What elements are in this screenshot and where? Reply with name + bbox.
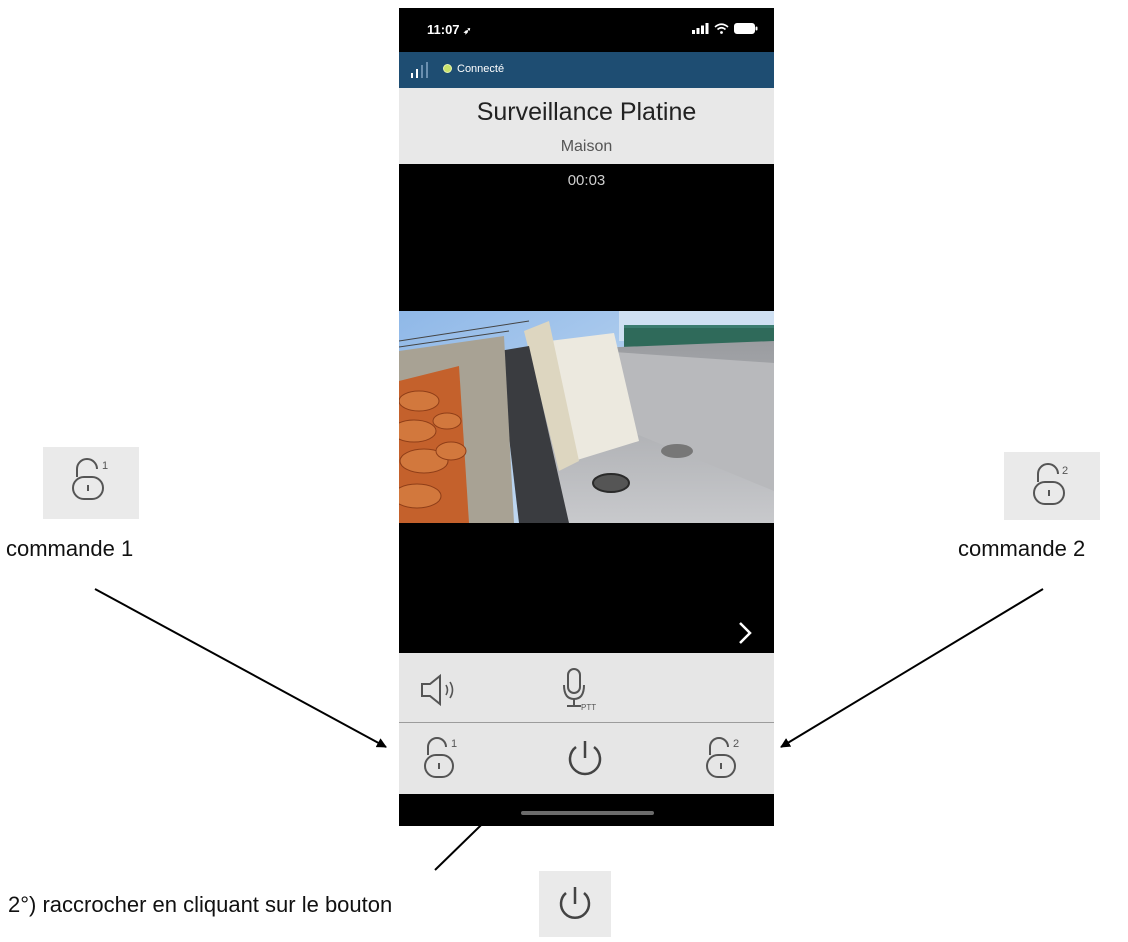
command2-number: 2 <box>733 738 739 750</box>
arrow-command1 <box>94 588 387 748</box>
mic-ptt-label: PTT <box>581 703 596 711</box>
callout-command1-number: 1 <box>102 460 108 472</box>
power-icon <box>568 741 602 776</box>
callout-command2-icon-box: 2 <box>1004 452 1100 520</box>
callout-command2-number: 2 <box>1062 465 1068 477</box>
cellular-signal-icon <box>692 23 709 34</box>
status-time: 11:07 ➶ <box>427 22 472 37</box>
status-bar: 11:07 ➶ <box>399 8 774 52</box>
padlock-open-icon: 1 <box>72 458 108 500</box>
padlock-open-icon: 2 <box>1033 463 1068 505</box>
home-indicator[interactable] <box>521 811 654 815</box>
padlock-open-icon: 1 <box>424 737 457 778</box>
status-icons <box>692 23 758 34</box>
location-arrow-icon: ➶ <box>463 26 472 37</box>
command-controls-bar: 1 2 <box>399 723 774 794</box>
arrow-command2 <box>780 588 1044 748</box>
callout-command1-icon-box: 1 <box>43 447 139 519</box>
battery-icon <box>734 23 758 34</box>
power-icon <box>559 887 591 919</box>
next-camera-chevron-icon[interactable] <box>735 620 755 646</box>
command1-number: 1 <box>451 738 457 750</box>
speaker-icon <box>421 673 454 707</box>
microphone-ptt-icon: PTT <box>563 668 596 712</box>
call-timer: 00:03 <box>567 172 606 189</box>
connection-bar: Connecté <box>399 52 774 88</box>
microphone-ptt-button[interactable]: PTT <box>559 667 609 712</box>
phone-screen: 11:07 ➶ Connecté Surveillance Platine Ma… <box>399 8 774 826</box>
label-hangup-instruction: 2°) raccrocher en cliquant sur le bouton <box>8 892 393 917</box>
camera-image <box>399 311 774 523</box>
call-header: Surveillance Platine Maison <box>399 88 774 164</box>
page-title: Surveillance Platine <box>476 98 697 126</box>
connection-status-text: Connecté <box>457 63 505 75</box>
audio-controls-bar: PTT <box>399 653 774 723</box>
hangup-button[interactable] <box>563 735 607 781</box>
label-command1: commande 1 <box>6 536 134 561</box>
padlock-open-icon: 2 <box>706 737 739 778</box>
connection-status-dot <box>443 64 452 73</box>
callout-hangup-icon-box <box>539 871 611 937</box>
label-command2: commande 2 <box>958 536 1086 561</box>
command1-button[interactable]: 1 <box>421 735 471 781</box>
signal-strength-icon <box>411 62 428 78</box>
wifi-icon <box>714 23 729 34</box>
camera-video-feed <box>399 311 774 523</box>
page-subtitle: Maison <box>560 138 613 155</box>
status-time-text: 11:07 <box>427 22 460 37</box>
speaker-button[interactable] <box>419 673 467 707</box>
command2-button[interactable]: 2 <box>703 735 753 781</box>
